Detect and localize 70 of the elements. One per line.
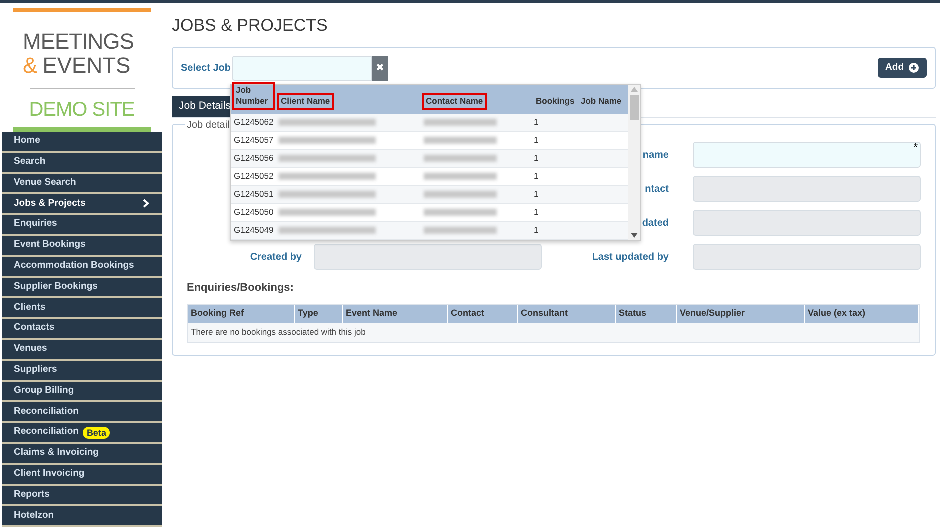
field-label: dated <box>642 216 669 230</box>
table-cell: 1 <box>534 116 539 129</box>
table-cell: G1245050 <box>234 206 274 219</box>
nav-item[interactable]: Reconciliation Beta <box>2 423 162 444</box>
nav-item[interactable]: Accommodation Bookings <box>2 256 162 278</box>
add-button[interactable]: Add <box>878 58 927 78</box>
table-cell: 1 <box>534 206 539 219</box>
field-label: Last updated by <box>592 250 669 264</box>
nav-item[interactable]: Search <box>2 152 162 174</box>
scroll-up-icon <box>630 87 638 92</box>
nav-item[interactable]: Claims & Invoicing <box>2 444 162 465</box>
table-cell: 1 <box>534 224 539 237</box>
job-row[interactable]: G1245050 1 <box>231 204 628 222</box>
scrollbar[interactable] <box>628 85 640 240</box>
nav-item[interactable]: Venue Search <box>2 174 162 194</box>
field-label: Select Job <box>181 62 232 76</box>
table-cell: 1 <box>534 152 539 165</box>
table-cell: 1 <box>534 188 539 201</box>
nav-item[interactable]: Client Invoicing <box>2 464 162 486</box>
field-label: name <box>642 148 669 162</box>
table-cell: G1245051 <box>234 188 274 201</box>
select-job-field[interactable] <box>232 56 372 80</box>
table-cell: G1245056 <box>234 152 274 165</box>
nav-item[interactable]: Venues <box>2 340 162 361</box>
column-header: Client Name <box>277 93 334 110</box>
nav-item[interactable]: Enquiries <box>2 215 162 236</box>
section-title: Enquiries/Bookings: <box>187 281 295 296</box>
field-label: Created by <box>250 250 302 264</box>
scrollbar-thumb <box>630 95 638 120</box>
job-row[interactable]: G1245049 1 <box>231 222 628 240</box>
table-cell: G1245052 <box>234 170 274 183</box>
nav-item[interactable]: Jobs & Projects <box>2 194 162 216</box>
column-header: Bookings <box>535 95 576 108</box>
nav-item[interactable]: Clients <box>2 298 162 320</box>
required-mark: * <box>914 141 918 156</box>
logo-subtitle: DEMO SITE <box>28 99 136 121</box>
table-cell: G1245057 <box>234 134 274 147</box>
clear-button[interactable]: ✖ <box>372 56 388 80</box>
nav-item[interactable]: Hotelzon <box>2 506 162 528</box>
column-header: Contact Name <box>422 93 488 110</box>
chevron-right-icon <box>143 199 150 208</box>
nav-item[interactable]: Contacts <box>2 319 162 340</box>
text-field[interactable]: * <box>693 142 921 168</box>
empty-message: There are no bookings associated with this job <box>188 322 919 342</box>
nav-item[interactable]: Suppliers <box>2 360 162 382</box>
beta-badge: Beta <box>82 426 110 439</box>
table-cell: G1245062 <box>234 116 274 129</box>
table-cell: G1245049 <box>234 224 274 237</box>
job-row[interactable]: G1245056 1 <box>231 150 628 168</box>
table-cell: 1 <box>534 170 539 183</box>
nav-item[interactable]: Group Billing <box>2 382 162 402</box>
nav-item[interactable]: Home <box>2 132 162 153</box>
job-row[interactable]: G1245051 1 <box>231 186 628 204</box>
column-header: Job Number <box>232 82 275 110</box>
nav-item[interactable]: Reports <box>2 486 162 506</box>
nav-item[interactable]: Event Bookings <box>2 236 162 257</box>
job-row[interactable]: G1245052 1 <box>231 168 628 186</box>
logo-text: MEETINGS <box>23 30 135 54</box>
nav-item[interactable]: Supplier Bookings <box>2 278 162 298</box>
column-header: Job Name <box>580 95 623 108</box>
logo-text: EVENTS <box>42 54 131 78</box>
logo-ampersand: & <box>23 54 38 78</box>
job-row[interactable]: G1245057 1 <box>231 132 628 150</box>
scroll-down-icon <box>630 233 638 238</box>
table-cell: 1 <box>534 134 539 147</box>
plus-circle-icon <box>909 63 919 73</box>
page-title: JOBS & PROJECTS <box>172 15 329 37</box>
field-label: ntact <box>645 182 669 196</box>
nav-item[interactable]: Reconciliation <box>2 402 162 424</box>
job-row[interactable]: G1245062 1 <box>231 114 628 132</box>
